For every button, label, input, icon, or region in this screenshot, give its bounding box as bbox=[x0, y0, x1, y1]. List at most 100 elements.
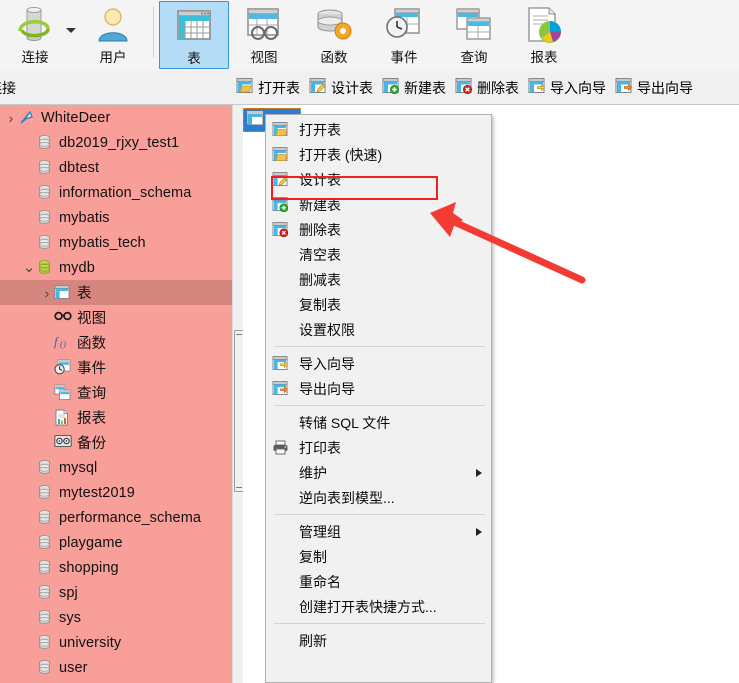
menu-item-label: 删除表 bbox=[299, 221, 341, 238]
query-icon bbox=[54, 384, 72, 402]
tree-node-shopping[interactable]: shopping bbox=[0, 555, 232, 580]
tree-node-playgame[interactable]: playgame bbox=[0, 530, 232, 555]
design-table-icon bbox=[309, 77, 327, 98]
object-tree-pane[interactable]: › WhiteDeer db2019_rjxy_test1dbtest informa… bbox=[0, 105, 232, 683]
menu-item-转储-SQL-文件[interactable]: 转储 SQL 文件 bbox=[266, 410, 491, 435]
tree-node-whitedeer[interactable]: › WhiteDeer bbox=[0, 105, 232, 130]
menu-item-复制表[interactable]: 复制表 bbox=[266, 292, 491, 317]
ribbon-button-connection[interactable]: 连接 bbox=[0, 1, 70, 69]
tree-node-label: db2019_rjxy_test1 bbox=[59, 134, 180, 151]
menu-item-复制[interactable]: 复制 bbox=[266, 544, 491, 569]
ribbon-button-event[interactable]: 事件 bbox=[369, 1, 439, 69]
ribbon-button-event-label: 事件 bbox=[390, 50, 418, 65]
menu-icon-placeholder bbox=[272, 632, 292, 650]
menu-item-打印表[interactable]: 打印表 bbox=[266, 435, 491, 460]
menu-item-新建表[interactable]: 新建表 bbox=[266, 192, 491, 217]
ribbon-button-user[interactable]: 用户 bbox=[78, 1, 148, 69]
menu-item-导出向导[interactable]: 导出向导 bbox=[266, 376, 491, 401]
connection-icon bbox=[14, 5, 56, 47]
tree-node--[interactable]: › 表 bbox=[0, 280, 232, 305]
menu-item-打开表[interactable]: 打开表 bbox=[266, 117, 491, 142]
tree-node-dbtest[interactable]: dbtest bbox=[0, 155, 232, 180]
menu-item-管理组[interactable]: 管理组 bbox=[266, 519, 491, 544]
tree-node--[interactable]: f() 函数 bbox=[0, 330, 232, 355]
tree-node-mybatis_tech[interactable]: mybatis_tech bbox=[0, 230, 232, 255]
ribbon-button-query[interactable]: 查询 bbox=[439, 1, 509, 69]
tree-node-mydb[interactable]: ⌄ mydb bbox=[0, 255, 232, 280]
tree-node-spj[interactable]: spj bbox=[0, 580, 232, 605]
menu-separator bbox=[274, 514, 485, 515]
ribbon-button-report[interactable]: 报表 bbox=[509, 1, 579, 69]
ribbon-button-view-label: 视图 bbox=[250, 50, 278, 65]
database-icon bbox=[36, 609, 54, 627]
table-context-menu[interactable]: 打开表 打开表 (快速) 设计表新建表删除表清空表 删减表 复制表设置权限导入向导 导出向… bbox=[265, 114, 492, 683]
tree-node--[interactable]: 查询 bbox=[0, 380, 232, 405]
tree-node-label: WhiteDeer bbox=[41, 109, 111, 126]
view-glasses-icon bbox=[54, 309, 72, 327]
tree-node-mybatis[interactable]: mybatis bbox=[0, 205, 232, 230]
menu-item-删除表[interactable]: 删除表 bbox=[266, 217, 491, 242]
ribbon-button-connection-label: 连接 bbox=[21, 50, 49, 65]
toolbar-new-table-button[interactable]: 新建表 bbox=[378, 75, 449, 101]
menu-item-打开表-快速-[interactable]: 打开表 (快速) bbox=[266, 142, 491, 167]
database-icon bbox=[36, 184, 54, 202]
toolbar-open-table-button[interactable]: 打开表 bbox=[232, 75, 303, 101]
submenu-arrow-icon bbox=[476, 468, 482, 477]
menu-item-刷新[interactable]: 刷新 bbox=[266, 628, 491, 653]
tree-node-sys[interactable]: sys bbox=[0, 605, 232, 630]
tree-node-performance_schema[interactable]: performance_schema bbox=[0, 505, 232, 530]
toolbar-design-table-button[interactable]: 设计表 bbox=[305, 75, 376, 101]
tree-node-mytest2019[interactable]: mytest2019 bbox=[0, 480, 232, 505]
menu-item-label: 设置权限 bbox=[299, 321, 355, 338]
chevron-right-icon[interactable]: › bbox=[4, 110, 18, 126]
delete-table-icon bbox=[455, 77, 473, 98]
tree-node-mysql[interactable]: mysql bbox=[0, 455, 232, 480]
toolbar-export-wizard-button[interactable]: 导出向导 bbox=[611, 75, 696, 101]
menu-icon-placeholder bbox=[272, 464, 292, 482]
database-icon bbox=[36, 159, 54, 177]
menu-item-设置权限[interactable]: 设置权限 bbox=[266, 317, 491, 342]
menu-item-设计表[interactable]: 设计表 bbox=[266, 167, 491, 192]
tree-node--[interactable]: 报表 bbox=[0, 405, 232, 430]
tree-node-db2019_rjxy_test1[interactable]: db2019_rjxy_test1 bbox=[0, 130, 232, 155]
tree-node-information_schema[interactable]: information_schema bbox=[0, 180, 232, 205]
menu-item-删减表[interactable]: 删减表 bbox=[266, 267, 491, 292]
toolbar-delete-table-button[interactable]: 删除表 bbox=[451, 75, 522, 101]
menu-item-label: 打印表 bbox=[299, 439, 341, 456]
tree-node--[interactable]: 事件 bbox=[0, 355, 232, 380]
toolbar-export-wizard-label: 导出向导 bbox=[637, 79, 693, 96]
tree-node-label: shopping bbox=[59, 559, 119, 576]
tree-node-label: 事件 bbox=[77, 361, 107, 377]
ribbon-button-view[interactable]: 视图 bbox=[229, 1, 299, 69]
tree-node-user[interactable]: user bbox=[0, 655, 232, 680]
menu-item-导入向导[interactable]: 导入向导 bbox=[266, 351, 491, 376]
tree-node--[interactable]: 备份 bbox=[0, 430, 232, 455]
tree-node--[interactable]: 视图 bbox=[0, 305, 232, 330]
chevron-down-icon[interactable]: ⌄ bbox=[22, 260, 36, 275]
menu-icon-placeholder bbox=[272, 271, 292, 289]
menu-item-维护[interactable]: 维护 bbox=[266, 460, 491, 485]
query-icon bbox=[453, 5, 495, 47]
ribbon-button-table[interactable]: 表 bbox=[159, 1, 229, 69]
table-icon bbox=[173, 6, 215, 48]
menu-item-逆向表到模型-[interactable]: 逆向表到模型... bbox=[266, 485, 491, 510]
menu-item-创建打开表快捷方式-[interactable]: 创建打开表快捷方式... bbox=[266, 594, 491, 619]
menu-item-清空表[interactable]: 清空表 bbox=[266, 242, 491, 267]
chevron-right-icon[interactable]: › bbox=[40, 285, 54, 301]
ribbon-button-function[interactable]: 函数 bbox=[299, 1, 369, 69]
menu-item-重命名[interactable]: 重命名 bbox=[266, 569, 491, 594]
connection-arrow-icon bbox=[18, 109, 36, 127]
ribbon-button-report-label: 报表 bbox=[530, 50, 558, 65]
database-icon bbox=[36, 234, 54, 252]
toolbar-import-wizard-button[interactable]: 导入向导 bbox=[524, 75, 609, 101]
tree-node-university[interactable]: university bbox=[0, 630, 232, 655]
menu-item-label: 新建表 bbox=[299, 196, 341, 213]
